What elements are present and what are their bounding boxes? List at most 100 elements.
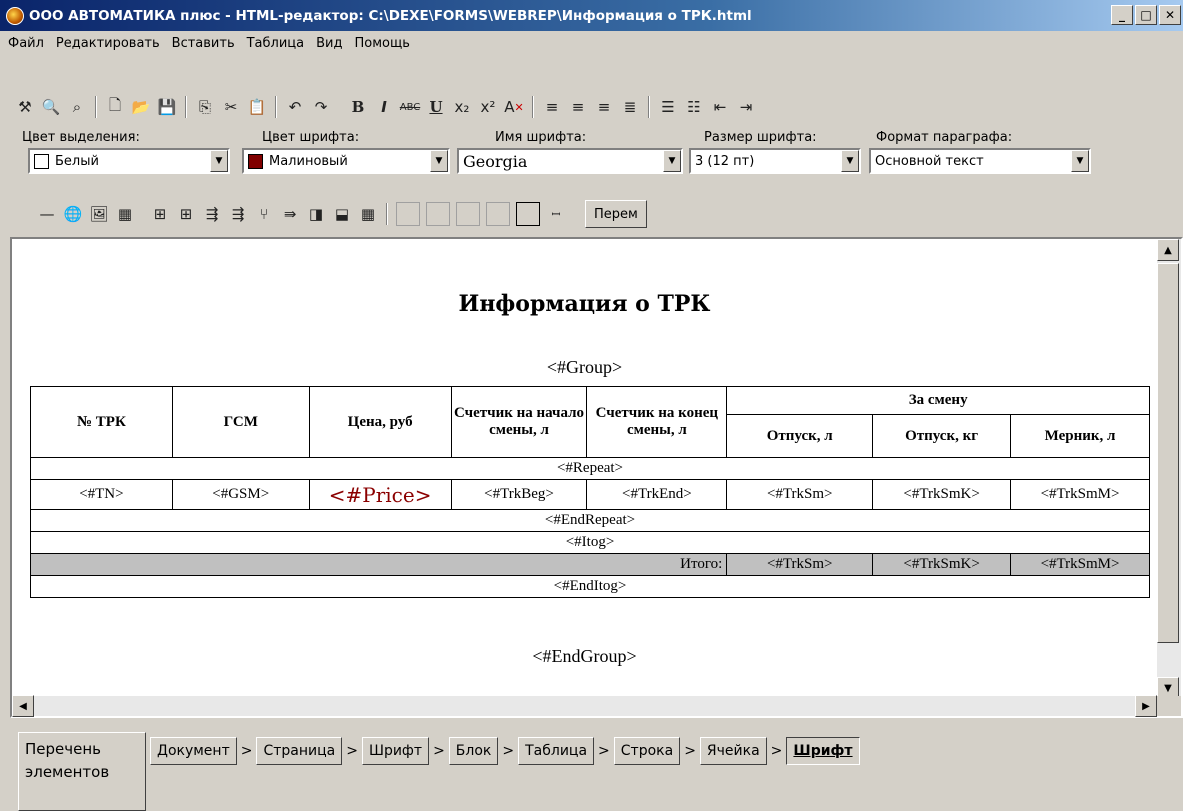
font-size-select[interactable]: 3 (12 пт) ▼ bbox=[689, 148, 861, 174]
cell-trkend: <#TrkEnd> bbox=[586, 479, 728, 510]
border-right-icon[interactable] bbox=[456, 202, 480, 226]
new-file-icon[interactable]: 🗋 bbox=[103, 95, 127, 119]
crumb-font-active[interactable]: Шрифт bbox=[786, 737, 860, 765]
paragraph-format-label: Формат параграфа: bbox=[876, 130, 1013, 145]
crumb-cell[interactable]: Ячейка bbox=[699, 737, 767, 765]
chevron-down-icon[interactable]: ▼ bbox=[841, 150, 859, 172]
minimize-button[interactable]: _ bbox=[1111, 5, 1133, 25]
table-grid-icon[interactable]: ▦ bbox=[356, 202, 380, 226]
crumb-table[interactable]: Таблица bbox=[518, 737, 595, 765]
superscript-icon[interactable]: x² bbox=[476, 95, 500, 119]
font-name-select[interactable]: Georgia ▼ bbox=[457, 148, 683, 174]
document-canvas[interactable]: Информация о ТРК <#Group> № ТРК ГСМ Цена… bbox=[12, 239, 1157, 699]
total-trksmm: <#TrkSmM> bbox=[1010, 553, 1150, 576]
header-release-l: Отпуск, л bbox=[726, 414, 874, 458]
editor-area[interactable]: Информация о ТРК <#Group> № ТРК ГСМ Цена… bbox=[10, 237, 1183, 718]
maximize-button[interactable]: □ bbox=[1135, 5, 1157, 25]
align-left-icon[interactable]: ≡ bbox=[540, 95, 564, 119]
highlight-color-select[interactable]: Белый ▼ bbox=[28, 148, 230, 174]
crumb-row[interactable]: Строка bbox=[613, 737, 681, 765]
menu-edit[interactable]: Редактировать bbox=[50, 36, 166, 51]
subscript-icon[interactable]: x₂ bbox=[450, 95, 474, 119]
group-tag: <#Group> bbox=[546, 357, 623, 377]
report-table[interactable]: № ТРК ГСМ Цена, руб Счетчик на начало см… bbox=[29, 386, 1150, 598]
underline-icon[interactable]: U bbox=[424, 95, 448, 119]
separator bbox=[532, 96, 534, 118]
numbered-list-icon[interactable]: ☷ bbox=[682, 95, 706, 119]
crumb-block[interactable]: Блок bbox=[448, 737, 499, 765]
paste-icon[interactable]: 📋 bbox=[245, 95, 269, 119]
indent-icon[interactable]: ⇥ bbox=[734, 95, 758, 119]
end-repeat-tag: <#EndRepeat> bbox=[30, 509, 1150, 532]
table-row: <#TN> <#GSM> <#Price> <#TrkBeg> <#TrkEnd… bbox=[30, 479, 1150, 510]
scroll-right-icon[interactable]: ▶ bbox=[1135, 695, 1157, 717]
horizontal-scrollbar[interactable]: ◀ ▶ bbox=[12, 695, 1157, 717]
cell-trksm: <#TrkSm> bbox=[726, 479, 874, 510]
insert-row-above-icon[interactable]: ⊞ bbox=[148, 202, 172, 226]
merge-down-icon[interactable]: ⬓ bbox=[330, 202, 354, 226]
font-color-select[interactable]: Малиновый ▼ bbox=[242, 148, 450, 174]
insert-column-left-icon[interactable]: ⇶ bbox=[200, 202, 224, 226]
preview-icon[interactable]: 🔍 bbox=[39, 95, 63, 119]
header-counter-start: Счетчик на начало смены, л bbox=[450, 386, 588, 458]
border-top-icon[interactable] bbox=[426, 202, 450, 226]
insert-row-below-icon[interactable]: ⊞ bbox=[174, 202, 198, 226]
align-right-icon[interactable]: ≡ bbox=[592, 95, 616, 119]
app-icon bbox=[6, 6, 24, 25]
undo-icon[interactable]: ↶ bbox=[283, 95, 307, 119]
merge-cells-icon[interactable]: ◨ bbox=[304, 202, 328, 226]
scroll-thumb[interactable] bbox=[1157, 263, 1179, 643]
merge-right-icon[interactable]: ⇛ bbox=[278, 202, 302, 226]
menu-table[interactable]: Таблица bbox=[241, 36, 311, 51]
bullet-list-icon[interactable]: ☰ bbox=[656, 95, 680, 119]
redo-icon[interactable]: ↷ bbox=[309, 95, 333, 119]
paragraph-format-select[interactable]: Основной текст ▼ bbox=[869, 148, 1091, 174]
clear-format-icon[interactable]: A ✕ bbox=[502, 95, 526, 119]
scroll-left-icon[interactable]: ◀ bbox=[12, 695, 34, 717]
italic-icon[interactable]: I bbox=[372, 95, 396, 119]
cell-gsm: <#GSM> bbox=[171, 479, 310, 510]
border-all-icon[interactable] bbox=[516, 202, 540, 226]
align-center-icon[interactable]: ≡ bbox=[566, 95, 590, 119]
open-folder-icon[interactable]: 📂 bbox=[129, 95, 153, 119]
element-list-tab[interactable]: Перечень элементов bbox=[18, 732, 146, 811]
chevron-down-icon[interactable]: ▼ bbox=[210, 150, 228, 172]
insert-column-right-icon[interactable]: ⇶ bbox=[226, 202, 250, 226]
menu-file[interactable]: Файл bbox=[2, 36, 50, 51]
menu-view[interactable]: Вид bbox=[310, 36, 348, 51]
insert-link-icon[interactable]: 🌐 bbox=[61, 202, 85, 226]
horizontal-line-icon[interactable]: — bbox=[35, 202, 59, 226]
menu-help[interactable]: Помощь bbox=[348, 36, 415, 51]
strikethrough-icon[interactable]: ABC bbox=[398, 95, 422, 119]
field-icon[interactable]: ꟷ bbox=[544, 202, 568, 226]
variable-button[interactable]: Перем bbox=[585, 200, 647, 228]
split-cell-icon[interactable]: ⑂ bbox=[252, 202, 276, 226]
border-bottom-icon[interactable] bbox=[486, 202, 510, 226]
crumb-font[interactable]: Шрифт bbox=[361, 737, 430, 765]
border-left-icon[interactable] bbox=[396, 202, 420, 226]
chevron-down-icon[interactable]: ▼ bbox=[430, 150, 448, 172]
main-toolbar: ⚒ 🔍 ⌕ 🗋 📂 💾 ⎘ ✂ 📋 ↶ ↷ B I ABC U x₂ x² A ✕… bbox=[0, 90, 759, 124]
cut-icon[interactable]: ✂ bbox=[219, 95, 243, 119]
insert-image-icon[interactable]: 🖼 bbox=[87, 202, 111, 226]
vertical-scrollbar[interactable]: ▲ ▼ bbox=[1157, 239, 1181, 699]
chevron-right-icon: > bbox=[502, 743, 515, 759]
chevron-down-icon[interactable]: ▼ bbox=[663, 150, 681, 172]
design-mode-icon[interactable]: ⚒ bbox=[13, 95, 37, 119]
separator bbox=[185, 96, 187, 118]
scroll-up-icon[interactable]: ▲ bbox=[1157, 239, 1179, 261]
itogo-label: Итого: bbox=[29, 553, 728, 576]
bold-icon[interactable]: B bbox=[346, 95, 370, 119]
crumb-page[interactable]: Страница bbox=[256, 737, 343, 765]
insert-table-icon[interactable]: ▦ bbox=[113, 202, 137, 226]
chevron-down-icon[interactable]: ▼ bbox=[1071, 150, 1089, 172]
align-justify-icon[interactable]: ≣ bbox=[618, 95, 642, 119]
outdent-icon[interactable]: ⇤ bbox=[708, 95, 732, 119]
menu-insert[interactable]: Вставить bbox=[166, 36, 241, 51]
close-button[interactable]: ✕ bbox=[1159, 5, 1181, 25]
copy-icon[interactable]: ⎘ bbox=[193, 95, 217, 119]
crumb-document[interactable]: Документ bbox=[150, 737, 237, 765]
total-row: Итого: <#TrkSm> <#TrkSmK> <#TrkSmM> bbox=[29, 553, 1150, 576]
find-icon[interactable]: ⌕ bbox=[65, 95, 89, 119]
save-icon[interactable]: 💾 bbox=[155, 95, 179, 119]
